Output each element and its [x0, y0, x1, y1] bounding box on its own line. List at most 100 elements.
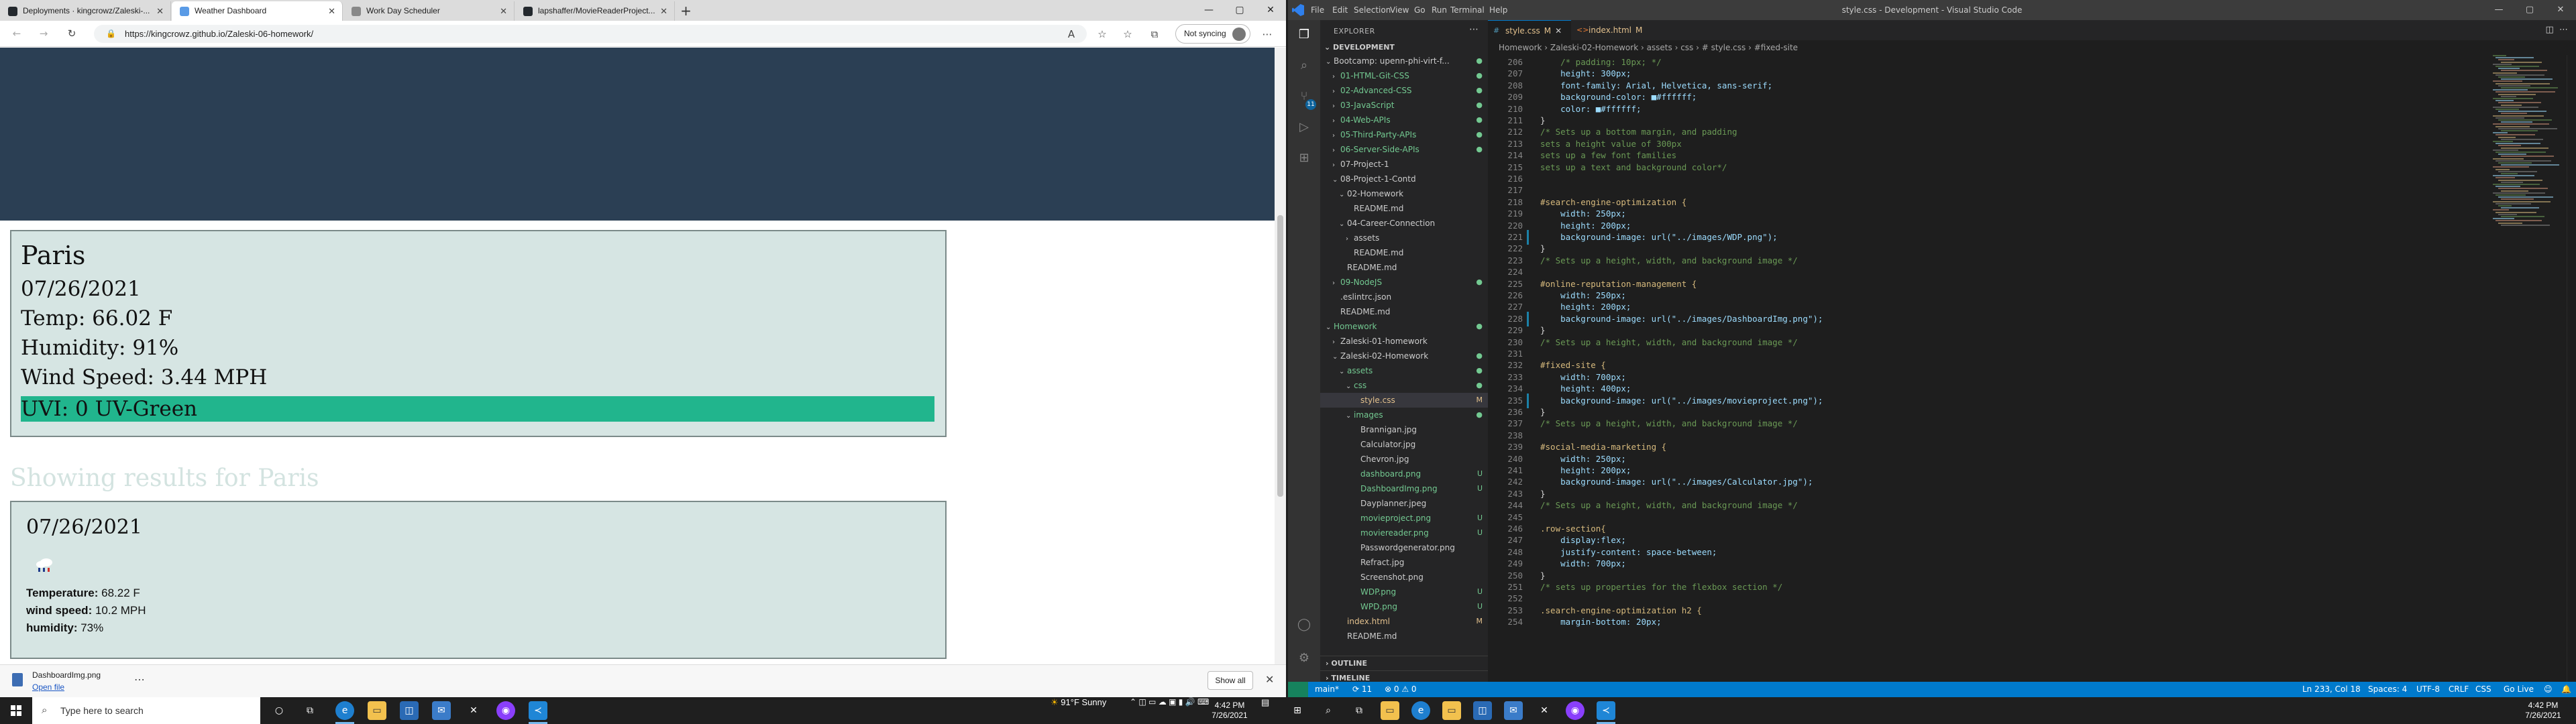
- encoding[interactable]: UTF-8: [2416, 682, 2440, 697]
- taskbar-clock[interactable]: 4:42 PM 7/26/2021: [1210, 701, 1249, 721]
- go-live-button[interactable]: Go Live: [2504, 682, 2534, 697]
- timeline-section[interactable]: › TIMELINE: [1320, 670, 1488, 682]
- new-tab-button[interactable]: +: [676, 1, 696, 21]
- remote-icon[interactable]: [1288, 682, 1308, 697]
- edge-icon-2[interactable]: e: [1411, 701, 1430, 720]
- tree-item[interactable]: movieproject.png U: [1320, 511, 1488, 526]
- tab-close-icon[interactable]: ✕: [328, 1, 335, 21]
- breadcrumb[interactable]: Homework › Zaleski-02-Homework › assets …: [1499, 43, 1798, 52]
- problems-count[interactable]: ⊗ 0 ⚠ 0: [1385, 682, 1417, 697]
- tree-item[interactable]: Dayplanner.jpeg: [1320, 496, 1488, 511]
- git-branch[interactable]: main*: [1315, 682, 1339, 697]
- editor-scrollbar[interactable]: [2567, 55, 2576, 682]
- account-icon[interactable]: ◯: [1296, 617, 1312, 633]
- tree-item[interactable]: › 03-JavaScript ●: [1320, 98, 1488, 113]
- gear-icon[interactable]: ⚙: [1296, 650, 1312, 666]
- menu-file[interactable]: File: [1311, 0, 1324, 20]
- menu-view[interactable]: View: [1390, 0, 1409, 20]
- tree-item[interactable]: ⌄ Homework ●: [1320, 319, 1488, 334]
- close-download-bar-icon[interactable]: ✕: [1265, 673, 1274, 686]
- maximize-icon[interactable]: ▢: [2514, 0, 2545, 20]
- tab-close-icon[interactable]: ✕: [156, 1, 164, 21]
- tree-item[interactable]: Passwordgenerator.png: [1320, 540, 1488, 555]
- menu-run[interactable]: Run: [1432, 0, 1447, 20]
- task-view-icon-2[interactable]: ⧉: [1350, 701, 1368, 720]
- tree-item[interactable]: Brannigan.jpg: [1320, 422, 1488, 437]
- search-icon[interactable]: ⌕: [1296, 58, 1312, 74]
- tree-item[interactable]: ⌄ Zaleski-02-Homework ●: [1320, 349, 1488, 363]
- tree-item[interactable]: › Zaleski-01-homework: [1320, 334, 1488, 349]
- tree-item[interactable]: README.md: [1320, 629, 1488, 644]
- read-aloud-icon[interactable]: A: [1064, 27, 1079, 42]
- download-filename[interactable]: DashboardImg.png: [32, 670, 101, 680]
- tree-item[interactable]: README.md: [1320, 260, 1488, 275]
- explorer-files-icon[interactable]: ❐: [1296, 27, 1312, 43]
- tab-close-icon[interactable]: ✕: [500, 1, 507, 21]
- git-sync[interactable]: ⟳ 11: [1352, 682, 1372, 697]
- show-all-button[interactable]: Show all: [1208, 671, 1253, 690]
- editor-tab-style-css[interactable]: # style.css M ✕: [1488, 20, 1572, 40]
- store-icon[interactable]: ◫: [400, 701, 419, 720]
- tree-item[interactable]: › assets: [1320, 231, 1488, 245]
- mail-icon-2[interactable]: ✉: [1504, 701, 1523, 720]
- refresh-icon[interactable]: ↻: [64, 26, 79, 41]
- run-debug-icon[interactable]: ▷: [1296, 119, 1312, 135]
- url-input[interactable]: 🔒 https://kingcrowz.github.io/Zaleski-06…: [94, 25, 1087, 43]
- open-file-link[interactable]: Open file: [32, 682, 64, 692]
- tree-item[interactable]: › 01-HTML-Git-CSS ●: [1320, 68, 1488, 83]
- close-window-icon[interactable]: ✕: [1255, 0, 1286, 21]
- github-desktop-icon-2[interactable]: ◉: [1566, 701, 1585, 720]
- tree-item[interactable]: dashboard.png U: [1320, 467, 1488, 481]
- close-window-icon[interactable]: ✕: [2545, 0, 2576, 20]
- end-of-line[interactable]: CRLF: [2449, 682, 2469, 697]
- tree-item[interactable]: ⌄ css ●: [1320, 378, 1488, 393]
- editor-tab-index-html[interactable]: <> index.html M: [1571, 20, 1652, 40]
- vscode-taskbar-icon-2[interactable]: ≺: [1597, 701, 1615, 720]
- taskbar-search-input[interactable]: ⌕ Type here to search: [32, 697, 260, 724]
- tree-item[interactable]: README.md: [1320, 245, 1488, 260]
- editor-more-icon[interactable]: ⋯: [2559, 25, 2568, 35]
- store-icon-2[interactable]: ◫: [1473, 701, 1492, 720]
- language-mode[interactable]: CSS: [2475, 682, 2491, 697]
- tree-item[interactable]: › 06-Server-Side-APIs ●: [1320, 142, 1488, 157]
- tree-item[interactable]: README.md: [1320, 304, 1488, 319]
- tree-item[interactable]: › 09-NodeJS ●: [1320, 275, 1488, 290]
- tree-item[interactable]: .eslintrc.json: [1320, 290, 1488, 304]
- favorite-star-icon[interactable]: ☆: [1095, 27, 1110, 42]
- vscode-taskbar-icon[interactable]: ≺: [529, 701, 547, 720]
- windows-start-icon-2[interactable]: ⊞: [1288, 701, 1307, 720]
- menu-go[interactable]: Go: [1414, 0, 1426, 20]
- browser-tab-deployments[interactable]: Deployments · kingcrowz/Zaleski-... ✕: [0, 1, 171, 21]
- minimap[interactable]: [2493, 55, 2567, 229]
- tree-item[interactable]: README.md: [1320, 201, 1488, 216]
- tree-item[interactable]: Calculator.jpg: [1320, 437, 1488, 452]
- download-more-icon[interactable]: ⋯: [134, 673, 145, 686]
- favorites-icon[interactable]: ☆: [1120, 27, 1135, 42]
- file-explorer-icon[interactable]: ▭: [368, 701, 386, 720]
- system-tray-icons[interactable]: ⌃ ◫ ▭ ☁ ▣ ▮ 🔊 ⌨: [1130, 697, 1209, 707]
- explorer-more-icon[interactable]: ⋯: [1469, 24, 1479, 35]
- back-icon[interactable]: ←: [9, 26, 24, 41]
- collections-icon[interactable]: ⧉: [1147, 27, 1162, 42]
- tree-item[interactable]: WDP.png U: [1320, 585, 1488, 599]
- menu-edit[interactable]: Edit: [1332, 0, 1348, 20]
- tree-item[interactable]: › 04-Web-APIs ●: [1320, 113, 1488, 127]
- folder-icon-2[interactable]: ▭: [1442, 701, 1461, 720]
- xbox-icon[interactable]: ✕: [464, 701, 483, 720]
- tree-item[interactable]: ⌄ assets ●: [1320, 363, 1488, 378]
- weather-widget[interactable]: ☀ 91°F Sunny: [1051, 697, 1106, 708]
- tree-item[interactable]: ⌄ 02-Homework: [1320, 186, 1488, 201]
- feedback-icon[interactable]: ☺: [2544, 682, 2553, 697]
- tree-item[interactable]: moviereader.png U: [1320, 526, 1488, 540]
- browser-tab-weather-dashboard[interactable]: Weather Dashboard ✕: [172, 1, 343, 21]
- notification-center-icon[interactable]: ▤: [1261, 697, 1269, 708]
- edge-icon[interactable]: e: [335, 701, 354, 720]
- notifications-icon[interactable]: 🔔: [2561, 682, 2571, 697]
- tree-item[interactable]: › 02-Advanced-CSS ●: [1320, 83, 1488, 98]
- maximize-icon[interactable]: ▢: [1224, 0, 1255, 21]
- search-icon-2[interactable]: ⌕: [1319, 701, 1338, 720]
- indentation[interactable]: Spaces: 4: [2368, 682, 2407, 697]
- github-desktop-icon[interactable]: ◉: [496, 701, 515, 720]
- settings-more-icon[interactable]: ⋯: [1260, 27, 1275, 42]
- scrollbar-thumb[interactable]: [1277, 215, 1283, 497]
